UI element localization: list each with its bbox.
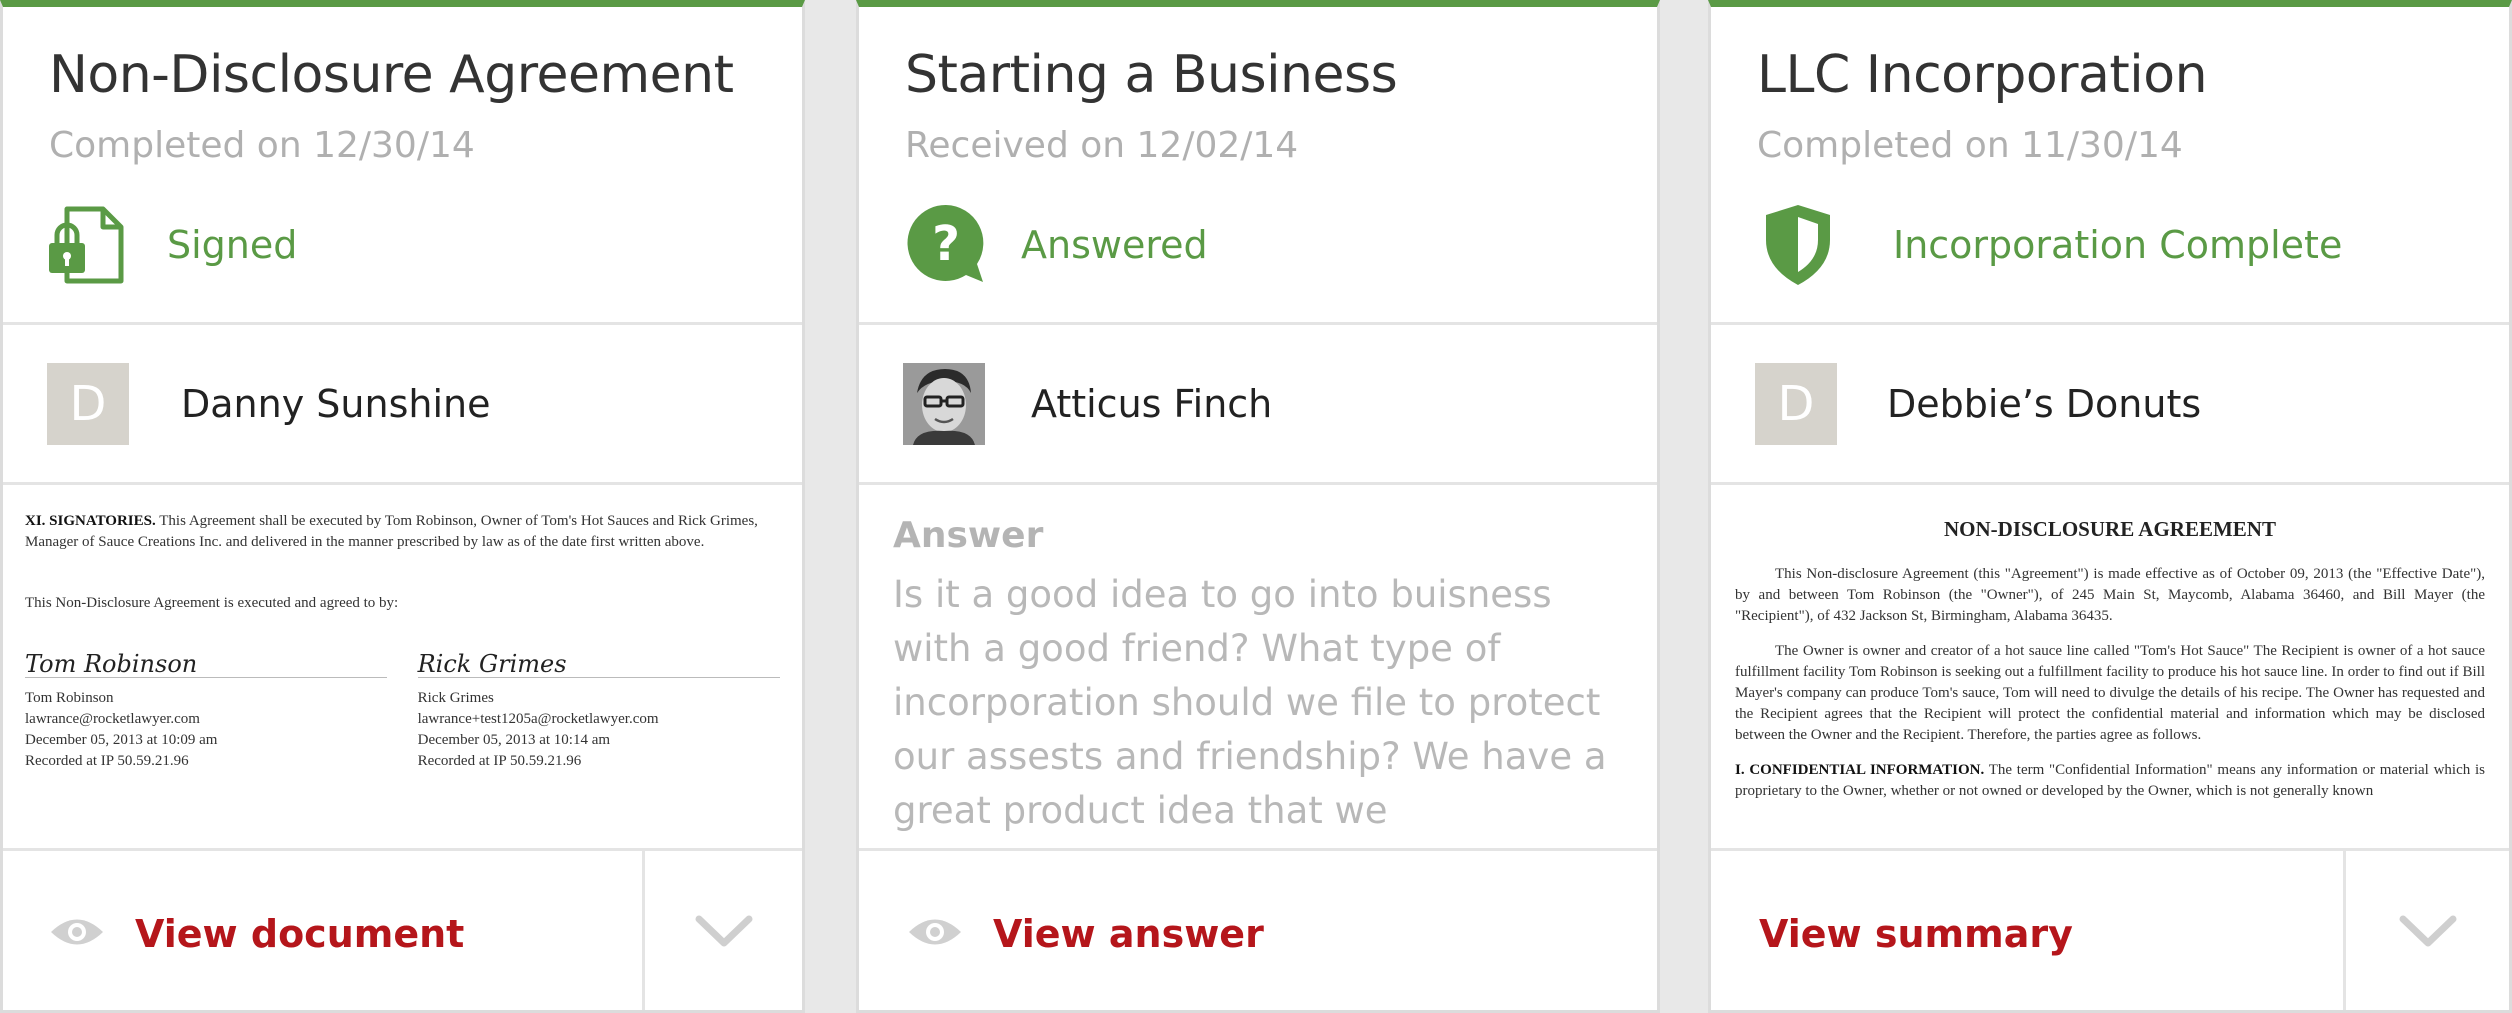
signature-block: Tom Robinson Tom Robinson lawrance@rocke… (25, 652, 388, 772)
status-row: Signed (47, 199, 297, 291)
locked-document-icon (47, 199, 133, 291)
document-preview: XI. SIGNATORIES. This Agreement shall be… (3, 485, 802, 851)
card-header: LLC Incorporation Completed on 11/30/14 … (1711, 7, 2509, 325)
card-footer: View answer (859, 851, 1657, 1010)
eye-icon (907, 915, 963, 953)
signed-ip: Recorded at IP 50.59.21.96 (25, 753, 189, 769)
answer-label: Answer (893, 515, 1044, 556)
card-subtitle: Completed on 12/30/14 (49, 125, 475, 166)
doc-section-heading: I. CONFIDENTIAL INFORMATION. (1735, 762, 1985, 778)
status-row: ? Answered (903, 199, 1208, 291)
card-title: Starting a Business (905, 45, 1398, 105)
document-preview-text: XI. SIGNATORIES. This Agreement shall be… (3, 485, 802, 798)
assignee-name: Danny Sunshine (181, 381, 491, 426)
card-subtitle: Completed on 11/30/14 (1757, 125, 2183, 166)
answer-text: Is it a good idea to go into buisness wi… (893, 573, 1607, 848)
signer-email: lawrance+test1205a@rocketlawyer.com (417, 711, 659, 727)
signature: Tom Robinson (25, 652, 388, 678)
card-starting-a-business: Starting a Business Received on 12/02/14… (856, 0, 1660, 1013)
card-non-disclosure-agreement: Non-Disclosure Agreement Completed on 12… (0, 0, 805, 1013)
signature: Rick Grimes (417, 652, 780, 678)
answer-block: Answer Is it a good idea to go into buis… (859, 485, 1657, 848)
avatar (903, 362, 985, 445)
document-preview: NON-DISCLOSURE AGREEMENT This Non-disclo… (1711, 485, 2509, 851)
card-footer: View summary (1711, 851, 2509, 1010)
signer-name: Tom Robinson (25, 690, 114, 706)
assignee-row: Atticus Finch (859, 325, 1657, 485)
card-header: Starting a Business Received on 12/02/14… (859, 7, 1657, 325)
card-title: LLC Incorporation (1757, 45, 2208, 105)
signed-date: December 05, 2013 at 10:14 am (417, 732, 611, 748)
doc-section-heading: XI. SIGNATORIES. (25, 513, 156, 529)
shield-icon (1755, 199, 1841, 291)
view-summary-button[interactable]: View summary (1711, 851, 2343, 1010)
assignee-row: D Danny Sunshine (3, 325, 802, 485)
signed-ip: Recorded at IP 50.59.21.96 (417, 753, 582, 769)
view-summary-label: View summary (1759, 912, 2073, 956)
view-document-label: View document (135, 912, 465, 956)
signer-name: Rick Grimes (417, 690, 494, 706)
assignee-row: D Debbie’s Donuts (1711, 325, 2509, 485)
status-label: Incorporation Complete (1893, 223, 2343, 267)
signature-row: Tom Robinson Tom Robinson lawrance@rocke… (25, 652, 780, 772)
view-answer-button[interactable]: View answer (859, 851, 1657, 1010)
svg-text:?: ? (932, 216, 960, 272)
assignee-name: Debbie’s Donuts (1887, 381, 2202, 426)
doc-paragraph: The Owner is owner and creator of a hot … (1735, 643, 2485, 743)
avatar: D (1755, 362, 1837, 445)
view-document-button[interactable]: View document (3, 851, 642, 1010)
doc-paragraph: This Non-disclosure Agreement (this "Agr… (1735, 566, 2485, 624)
assignee-name: Atticus Finch (1031, 381, 1273, 426)
document-preview-text: NON-DISCLOSURE AGREEMENT This Non-disclo… (1711, 485, 2509, 840)
doc-heading: NON-DISCLOSURE AGREEMENT (1944, 517, 2276, 541)
card-header: Non-Disclosure Agreement Completed on 12… (3, 7, 802, 325)
status-row: Incorporation Complete (1755, 199, 2342, 291)
status-label: Answered (1021, 223, 1208, 267)
card-subtitle: Received on 12/02/14 (905, 125, 1299, 166)
chevron-down-icon (695, 915, 753, 953)
doc-paragraph: This Non-Disclosure Agreement is execute… (25, 595, 399, 611)
card-llc-incorporation: LLC Incorporation Completed on 11/30/14 … (1708, 0, 2512, 1013)
signer-email: lawrance@rocketlawyer.com (25, 711, 200, 727)
avatar: D (47, 362, 129, 445)
status-label: Signed (167, 223, 298, 267)
card-footer: View document (3, 851, 802, 1010)
answer-preview: Answer Is it a good idea to go into buis… (859, 485, 1657, 851)
signed-date: December 05, 2013 at 10:09 am (25, 732, 218, 748)
card-title: Non-Disclosure Agreement (49, 45, 734, 105)
chevron-down-icon (2399, 915, 2457, 953)
signature-block: Rick Grimes Rick Grimes lawrance+test120… (417, 652, 780, 772)
expand-toggle[interactable] (2343, 851, 2509, 1010)
expand-toggle[interactable] (642, 851, 802, 1010)
question-bubble-icon: ? (903, 199, 989, 291)
view-answer-label: View answer (993, 912, 1264, 956)
eye-icon (49, 915, 105, 953)
